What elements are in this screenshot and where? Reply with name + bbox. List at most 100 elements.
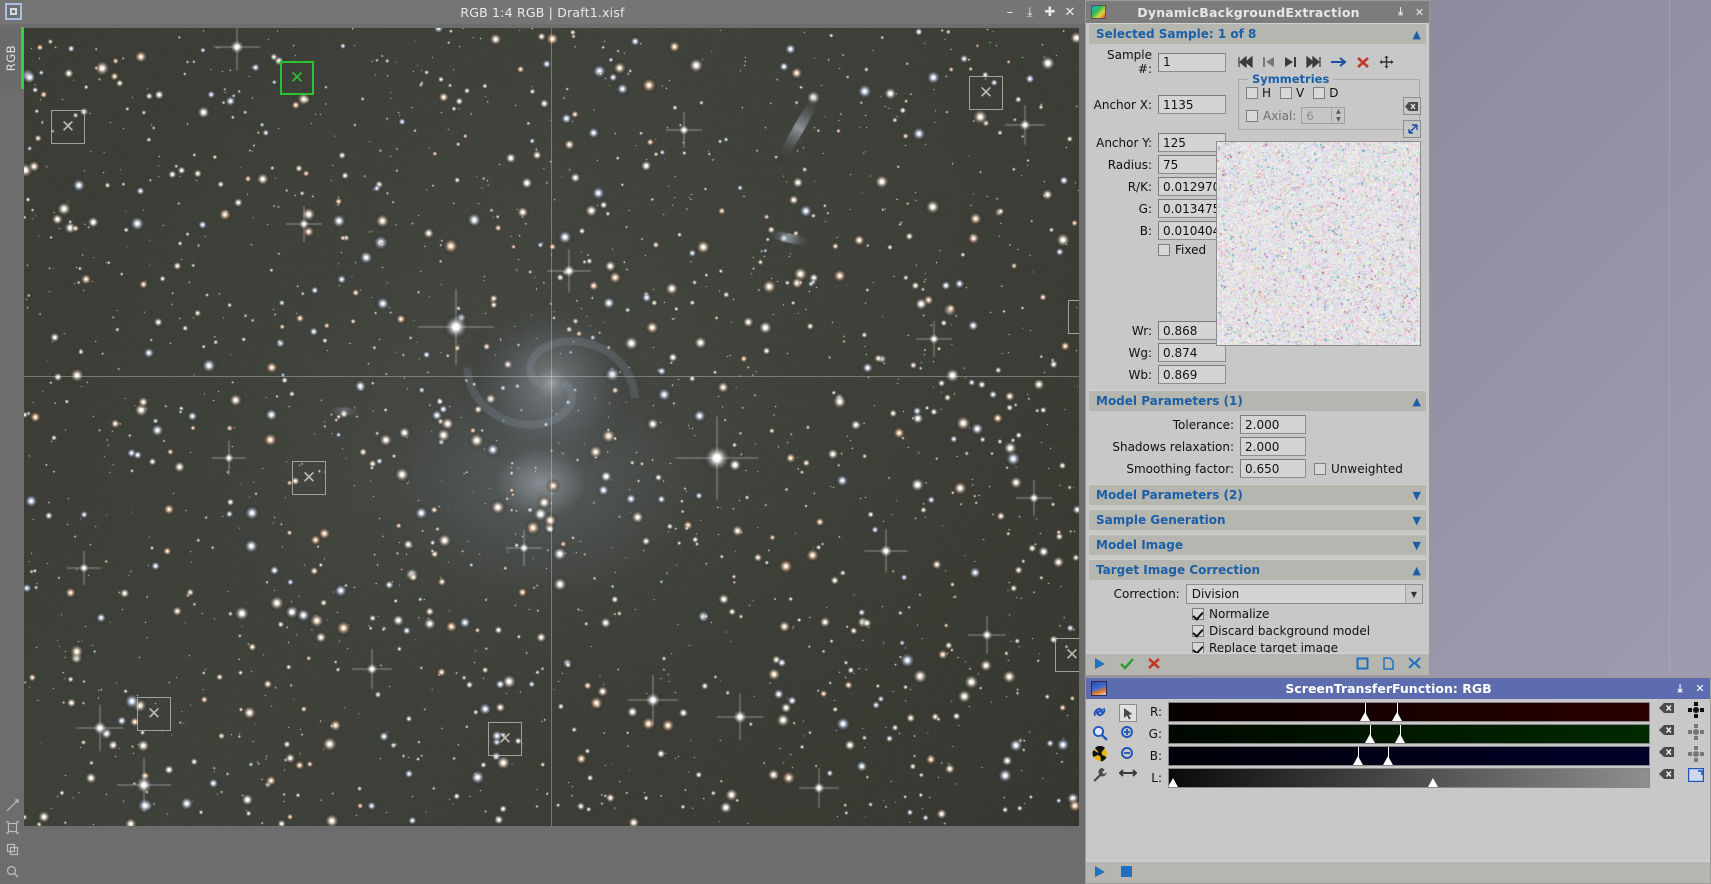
stf-channel-slider[interactable] bbox=[1168, 702, 1650, 722]
apply-triangle-icon[interactable] bbox=[1094, 865, 1107, 881]
stf-rollup-button[interactable]: ⤓ bbox=[1670, 682, 1690, 696]
flip-icon[interactable] bbox=[6, 799, 19, 812]
new-instance-icon[interactable] bbox=[1382, 657, 1395, 673]
stf-channel-slider[interactable] bbox=[1168, 746, 1650, 766]
dbe-section-model-image[interactable]: Model Image ▼ bbox=[1089, 534, 1426, 555]
dbe-shadows-relaxation-input[interactable]: 2.000 bbox=[1240, 437, 1306, 456]
dbe-section-model-parameters-2[interactable]: Model Parameters (2) ▼ bbox=[1089, 484, 1426, 505]
reset-l-icon[interactable] bbox=[1659, 768, 1675, 790]
dbe-replace-target-image-checkbox[interactable] bbox=[1192, 642, 1204, 653]
chevron-down-icon[interactable]: ▼ bbox=[1413, 539, 1419, 552]
dbe-close-button[interactable]: ✕ bbox=[1410, 6, 1429, 19]
first-sample-icon[interactable] bbox=[1238, 56, 1253, 68]
chevron-up-icon[interactable]: ▲ bbox=[1413, 28, 1419, 41]
dbe-rollup-button[interactable]: ⤓ bbox=[1391, 5, 1410, 19]
enable-stf-icon[interactable] bbox=[1688, 768, 1704, 790]
dbe-section-target-image-correction[interactable]: Target Image Correction ▲ bbox=[1089, 559, 1426, 580]
dbe-sym-h-checkbox[interactable] bbox=[1246, 87, 1258, 99]
track-view-icon[interactable] bbox=[1119, 767, 1137, 787]
stf-highlight-handle[interactable] bbox=[1395, 734, 1405, 743]
dbe-discard-background-model-checkbox[interactable] bbox=[1192, 625, 1204, 637]
image-window-titlebar[interactable]: RGB 1:4 RGB | Draft1.xisf – ⤓ ✚ ✕ bbox=[0, 0, 1085, 24]
zoom-out-readout-icon[interactable] bbox=[1092, 725, 1108, 745]
dbe-titlebar[interactable]: DynamicBackgroundExtraction ⤓ ✕ bbox=[1086, 1, 1429, 23]
stf-shadow-handle[interactable] bbox=[1365, 734, 1375, 743]
duplicate-icon[interactable] bbox=[6, 843, 19, 856]
image-tab-rgb[interactable]: RGB bbox=[0, 27, 24, 89]
stf-shadow-handle[interactable] bbox=[1353, 756, 1363, 765]
dbe-sample-box-selected[interactable]: ✕ bbox=[280, 61, 314, 95]
dbe-unweighted-checkbox[interactable] bbox=[1314, 463, 1326, 475]
spinner-arrows-icon[interactable]: ▲▼ bbox=[1331, 108, 1344, 123]
chevron-up-icon[interactable]: ▲ bbox=[1413, 395, 1419, 408]
dbe-anchor-x-input[interactable]: 1135 bbox=[1158, 95, 1226, 114]
delete-sample-icon[interactable] bbox=[1356, 56, 1370, 69]
previous-sample-icon[interactable] bbox=[1262, 56, 1275, 68]
wrench-settings-icon[interactable] bbox=[1092, 767, 1108, 787]
chevron-up-icon[interactable]: ▲ bbox=[1413, 564, 1419, 577]
dbe-sample-box[interactable]: ✕ bbox=[488, 722, 522, 756]
zoom-icon[interactable] bbox=[6, 865, 19, 878]
stf-shadow-handle[interactable] bbox=[1168, 778, 1178, 787]
stop-square-icon[interactable] bbox=[1120, 865, 1133, 881]
reset-g-icon[interactable] bbox=[1659, 724, 1675, 746]
stf-titlebar[interactable]: ScreenTransferFunction: RGB ⤓ ✕ bbox=[1086, 678, 1710, 699]
dbe-sample-number-input[interactable]: 1 bbox=[1158, 53, 1226, 72]
image-window-minimize-button[interactable]: – bbox=[1001, 0, 1019, 24]
stf-highlight-handle[interactable] bbox=[1383, 756, 1393, 765]
dbe-section-selected-sample[interactable]: Selected Sample: 1 of 8 ▲ bbox=[1089, 23, 1426, 44]
collapse-icon[interactable] bbox=[1408, 657, 1421, 673]
dbe-sym-v-checkbox[interactable] bbox=[1280, 87, 1292, 99]
chevron-down-icon[interactable]: ▼ bbox=[1405, 585, 1422, 603]
edit-b-icon[interactable] bbox=[1688, 746, 1704, 768]
image-canvas[interactable]: ✕✕✕✕✕✕✕✕ bbox=[24, 28, 1079, 826]
browse-documentation-icon[interactable] bbox=[1356, 657, 1369, 673]
dbe-sample-box[interactable]: ✕ bbox=[51, 110, 85, 144]
image-window-maximize-button[interactable]: ✚ bbox=[1041, 0, 1059, 24]
dbe-sample-box[interactable]: ✕ bbox=[137, 697, 171, 731]
stf-channel-slider[interactable] bbox=[1168, 724, 1650, 744]
dbe-resize-samples-button[interactable] bbox=[1403, 120, 1421, 138]
crop-icon[interactable] bbox=[6, 821, 19, 834]
dbe-sample-box[interactable]: ✕ bbox=[969, 76, 1003, 110]
go-to-sample-icon[interactable] bbox=[1330, 56, 1347, 68]
last-sample-icon[interactable] bbox=[1306, 56, 1321, 68]
dbe-axial-spinbox[interactable]: 6 ▲▼ bbox=[1301, 107, 1345, 124]
dbe-fixed-checkbox[interactable] bbox=[1158, 244, 1170, 256]
pointer-mode-icon[interactable] bbox=[1119, 704, 1137, 722]
edit-r-icon[interactable] bbox=[1688, 702, 1704, 724]
dbe-section-sample-generation[interactable]: Sample Generation ▼ bbox=[1089, 509, 1426, 530]
dbe-sym-d-checkbox[interactable] bbox=[1313, 87, 1325, 99]
radioactive-auto-stretch-icon[interactable] bbox=[1092, 746, 1108, 766]
link-rgb-channels-icon[interactable] bbox=[1091, 704, 1108, 724]
stf-close-button[interactable]: ✕ bbox=[1690, 682, 1710, 695]
zoom-reset-icon[interactable] bbox=[1120, 746, 1136, 766]
dbe-sample-box[interactable]: ✕ bbox=[1068, 300, 1079, 334]
dbe-axial-checkbox[interactable] bbox=[1246, 110, 1258, 122]
image-window-rollup-button[interactable]: ⤓ bbox=[1021, 0, 1039, 24]
apply-global-check-icon[interactable] bbox=[1120, 657, 1134, 673]
reset-r-icon[interactable] bbox=[1659, 702, 1675, 724]
edit-g-icon[interactable] bbox=[1688, 724, 1704, 746]
dbe-tolerance-input[interactable]: 2.000 bbox=[1240, 415, 1306, 434]
reset-cross-icon[interactable] bbox=[1147, 657, 1161, 673]
center-sample-icon[interactable] bbox=[1379, 55, 1394, 69]
dbe-normalize-checkbox[interactable] bbox=[1192, 608, 1204, 620]
zoom-in-readout-icon[interactable] bbox=[1120, 725, 1136, 745]
reset-b-icon[interactable] bbox=[1659, 746, 1675, 768]
dbe-wb-input[interactable]: 0.869 bbox=[1158, 365, 1226, 384]
stf-highlight-handle[interactable] bbox=[1392, 712, 1402, 721]
dbe-correction-select[interactable]: Division ▼ bbox=[1186, 584, 1423, 604]
dbe-smoothing-factor-input[interactable]: 0.650 bbox=[1240, 459, 1306, 478]
chevron-down-icon[interactable]: ▼ bbox=[1413, 514, 1419, 527]
dbe-sample-box[interactable]: ✕ bbox=[292, 461, 326, 495]
dbe-erase-sample-button[interactable] bbox=[1403, 97, 1421, 115]
stf-shadow-handle[interactable] bbox=[1360, 712, 1370, 721]
next-sample-icon[interactable] bbox=[1284, 56, 1297, 68]
chevron-down-icon[interactable]: ▼ bbox=[1413, 489, 1419, 502]
dbe-section-model-parameters-1[interactable]: Model Parameters (1) ▲ bbox=[1089, 390, 1426, 411]
image-window-close-button[interactable]: ✕ bbox=[1061, 0, 1079, 24]
stf-midtone-handle[interactable] bbox=[1428, 778, 1438, 787]
apply-triangle-icon[interactable] bbox=[1094, 657, 1107, 673]
stf-channel-slider[interactable] bbox=[1168, 768, 1650, 788]
